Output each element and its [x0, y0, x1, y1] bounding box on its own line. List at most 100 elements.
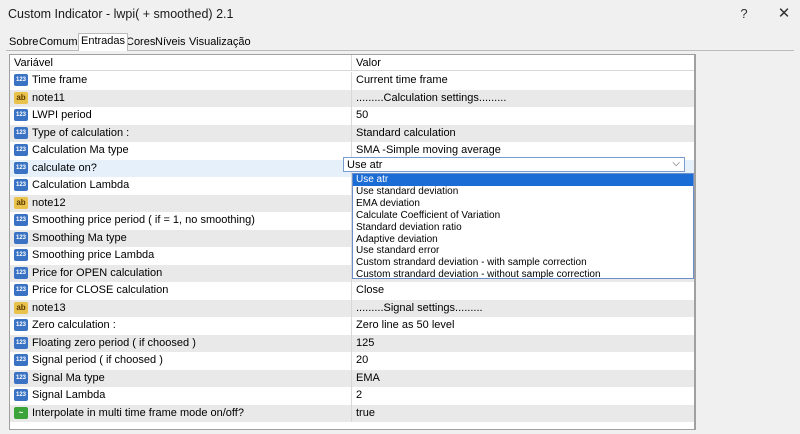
table-row[interactable]: ab note13 .........Signal settings........…	[10, 299, 694, 317]
table-row[interactable]: 123 Floating zero period ( if choosed ) 12…	[10, 334, 694, 352]
row-variable-name: LWPI period	[32, 109, 92, 121]
header-variable[interactable]: Variável	[14, 57, 53, 69]
integer-type-icon: 123	[14, 74, 28, 86]
table-row[interactable]: 123 Type of calculation : Standard calcula…	[10, 124, 694, 142]
string-type-icon: ab	[14, 196, 28, 209]
row-variable-name: Zero calculation :	[32, 319, 116, 331]
dropdown-option[interactable]: Adaptive deviation	[353, 234, 693, 246]
row-variable-name: Floating zero period ( if choosed )	[32, 336, 196, 349]
row-variable-name: Price for CLOSE calculation	[32, 284, 169, 296]
calculate-on-select[interactable]: Use atr ⌵	[343, 157, 685, 172]
integer-type-icon: 123	[14, 319, 28, 331]
integer-type-icon: 123	[14, 231, 28, 244]
row-value[interactable]: Zero line as 50 level	[356, 319, 454, 331]
integer-type-icon: 123	[14, 284, 28, 296]
dropdown-option[interactable]: Use standard error	[353, 245, 693, 257]
boolean-type-icon: ~	[14, 406, 28, 419]
column-separator	[351, 387, 352, 405]
dropdown-option[interactable]: Custom strandard deviation - without sam…	[353, 269, 693, 281]
table-header: Variável Valor	[10, 55, 694, 71]
row-value[interactable]: .........Signal settings.........	[356, 302, 483, 314]
tab-visualizacao[interactable]: Visualização	[186, 34, 254, 50]
row-variable-name: Interpolate in multi time frame mode on/…	[32, 406, 244, 419]
dropdown-option[interactable]: Use atr	[353, 174, 693, 186]
row-value[interactable]: 20	[356, 354, 368, 366]
row-variable-name: note11	[32, 91, 65, 104]
table-row[interactable]: ab note11 .........Calculation settings...…	[10, 89, 694, 107]
integer-type-icon: 123	[14, 389, 28, 401]
integer-type-icon: 123	[14, 266, 28, 279]
integer-type-icon: 123	[14, 161, 28, 174]
row-value[interactable]: 2	[356, 389, 362, 401]
integer-type-icon: 123	[14, 144, 28, 156]
integer-type-icon: 123	[14, 214, 28, 226]
integer-type-icon: 123	[14, 179, 28, 191]
table-row[interactable]: ~ Interpolate in multi time frame mode on…	[10, 404, 694, 422]
calculate-on-dropdown: Use atr Use standard deviation EMA deviati…	[352, 173, 694, 281]
close-button[interactable]: ✕	[772, 3, 796, 25]
row-variable-name: Smoothing price period ( if = 1, no smoo…	[32, 214, 255, 226]
column-separator	[351, 89, 352, 107]
table-row[interactable]: 123 Price for CLOSE calculation Close	[10, 282, 694, 300]
column-separator	[351, 282, 352, 300]
row-value[interactable]: Standard calculation	[356, 127, 456, 139]
row-value[interactable]: 125	[356, 337, 374, 349]
integer-type-icon: 123	[14, 109, 28, 121]
row-value[interactable]: Current time frame	[356, 74, 448, 86]
header-separator	[351, 55, 352, 71]
row-value[interactable]: SMA -Simple moving average	[356, 144, 501, 156]
table-row[interactable]: 123 Signal period ( if choosed ) 20	[10, 352, 694, 370]
tab-niveis[interactable]: Níveis	[152, 34, 189, 50]
string-type-icon: ab	[14, 301, 28, 314]
dropdown-option[interactable]: EMA deviation	[353, 198, 693, 210]
row-variable-name: Signal Ma type	[32, 371, 105, 384]
column-separator	[351, 404, 352, 422]
dropdown-option[interactable]: Custom strandard deviation - with sample…	[353, 257, 693, 269]
column-separator	[351, 317, 352, 335]
integer-type-icon: 123	[14, 126, 28, 139]
table-row[interactable]: 123 Signal Ma type EMA	[10, 369, 694, 387]
panel-border	[695, 54, 696, 430]
column-separator	[351, 334, 352, 352]
row-value[interactable]: .........Calculation settings.........	[356, 92, 506, 104]
window-title: Custom Indicator - lwpi( + smoothed) 2.1	[8, 7, 234, 21]
string-type-icon: ab	[14, 91, 28, 104]
chevron-down-icon[interactable]: ⌵	[672, 158, 680, 169]
title-bar: Custom Indicator - lwpi( + smoothed) 2.1…	[0, 0, 800, 30]
header-value[interactable]: Valor	[356, 57, 381, 69]
table-row[interactable]: 123 Zero calculation : Zero line as 50 lev…	[10, 317, 694, 335]
row-variable-name: note13	[32, 301, 66, 314]
help-button[interactable]: ?	[733, 3, 755, 25]
row-variable-name: note12	[32, 196, 66, 209]
row-variable-name: calculate on?	[32, 161, 97, 174]
integer-type-icon: 123	[14, 249, 28, 261]
integer-type-icon: 123	[14, 336, 28, 349]
row-value[interactable]: 50	[356, 109, 368, 121]
dropdown-option[interactable]: Use standard deviation	[353, 186, 693, 198]
tab-comum[interactable]: Comum	[36, 34, 81, 50]
column-separator	[351, 72, 352, 90]
dropdown-option[interactable]: Standard deviation ratio	[353, 222, 693, 234]
row-value[interactable]: Close	[356, 284, 384, 296]
table-row[interactable]: 123 Signal Lambda 2	[10, 387, 694, 405]
select-value: Use atr	[347, 159, 383, 171]
table-row[interactable]: 123 LWPI period 50	[10, 107, 694, 125]
integer-type-icon: 123	[14, 371, 28, 384]
row-variable-name: Price for OPEN calculation	[32, 266, 163, 279]
row-variable-name: Signal Lambda	[32, 389, 106, 401]
row-variable-name: Calculation Lambda	[32, 179, 130, 191]
row-variable-name: Time frame	[32, 74, 88, 86]
row-variable-name: Type of calculation :	[32, 126, 130, 139]
row-variable-name: Signal period ( if choosed )	[32, 354, 163, 366]
row-variable-name: Smoothing price Lambda	[32, 249, 155, 261]
column-separator	[351, 107, 352, 125]
row-variable-name: Calculation Ma type	[32, 144, 129, 156]
row-value[interactable]: EMA	[356, 372, 380, 384]
column-separator	[351, 352, 352, 370]
dropdown-option[interactable]: Calculate Coefficient of Variation	[353, 210, 693, 222]
table-row[interactable]: 123 Time frame Current time frame	[10, 72, 694, 90]
integer-type-icon: 123	[14, 354, 28, 366]
column-separator	[351, 124, 352, 142]
tab-entradas[interactable]: Entradas	[78, 33, 129, 51]
row-value[interactable]: true	[356, 407, 375, 419]
